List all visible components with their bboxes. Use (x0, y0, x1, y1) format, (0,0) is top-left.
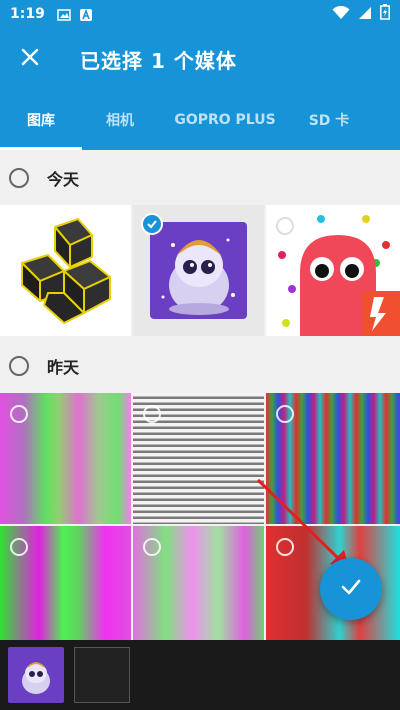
confirm-selection-button[interactable] (320, 558, 382, 620)
media-item-monster-selected[interactable] (133, 205, 264, 336)
tab-label: 图库 (27, 113, 55, 129)
media-item-game[interactable] (266, 205, 400, 336)
tab-sd-card[interactable]: SD 卡 (292, 90, 366, 150)
page-title: 已选择 1 个媒体 (80, 48, 237, 73)
select-radio[interactable] (276, 217, 294, 235)
media-grid-today (0, 205, 400, 336)
select-radio[interactable] (276, 405, 294, 423)
tab-gopro-plus[interactable]: GOPRO PLUS (158, 90, 292, 150)
cube-thumbnail (21, 218, 111, 324)
tab-bar: 图库 相机 GOPRO PLUS SD 卡 (0, 90, 400, 150)
media-item-pattern-4[interactable] (0, 526, 131, 657)
tab-camera[interactable]: 相机 (82, 90, 158, 150)
tab-label: SD 卡 (308, 113, 350, 129)
a-notification-icon (79, 7, 93, 21)
media-item-cube[interactable] (0, 205, 131, 336)
select-radio[interactable] (10, 538, 28, 556)
image-notification-icon (57, 7, 71, 21)
section-label: 昨天 (47, 357, 80, 377)
section-label: 今天 (47, 169, 80, 189)
status-time: 1:19 (10, 6, 45, 22)
wifi-icon (332, 5, 350, 24)
media-item-pattern-5[interactable] (133, 526, 264, 657)
select-all-yesterday-radio[interactable] (9, 355, 29, 376)
select-radio[interactable] (10, 405, 28, 423)
selected-thumbnail-monster[interactable] (8, 647, 64, 703)
selection-tray (0, 640, 400, 710)
app-bar: 已选择 1 个媒体 (0, 28, 400, 90)
close-button[interactable] (0, 28, 60, 90)
select-all-today-radio[interactable] (9, 167, 29, 188)
tab-gallery[interactable]: 图库 (0, 90, 82, 150)
tab-label: 相机 (106, 113, 134, 129)
battery-icon (380, 4, 390, 24)
select-radio[interactable] (143, 538, 161, 556)
media-item-pattern-2[interactable] (133, 393, 264, 524)
section-today: 今天 (0, 150, 400, 205)
select-radio[interactable] (143, 405, 161, 423)
media-item-pattern-1[interactable] (0, 393, 131, 524)
tab-label: GOPRO PLUS (174, 112, 276, 128)
signal-icon (358, 5, 372, 24)
close-icon (21, 48, 39, 70)
section-yesterday: 昨天 (0, 338, 400, 393)
selected-check-icon (141, 213, 163, 235)
status-bar: 1:19 (0, 0, 400, 28)
check-icon (340, 578, 362, 600)
empty-slot (74, 647, 130, 703)
